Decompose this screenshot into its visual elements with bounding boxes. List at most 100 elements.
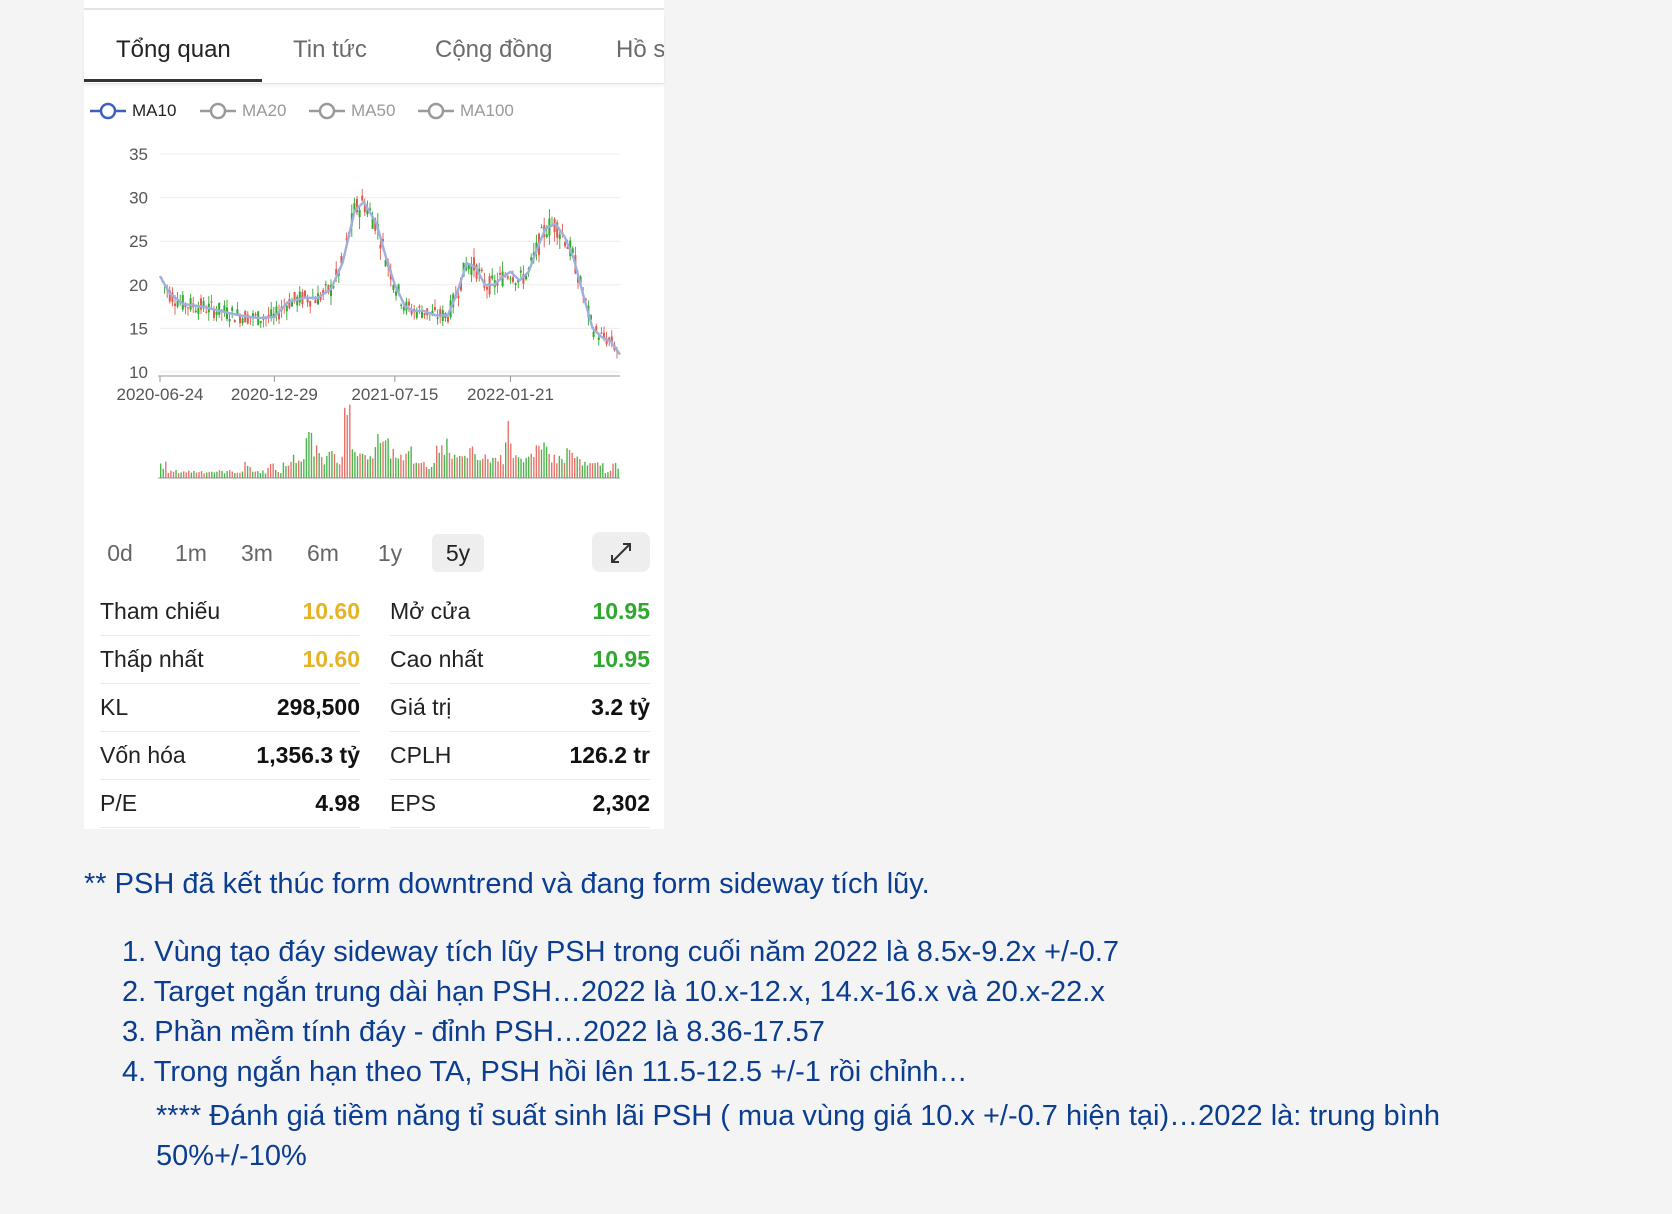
candle-body [512,277,514,283]
stat-market-cap: Vốn hóa 1,356.3 tỷ [100,732,360,780]
volume-bar [617,468,619,478]
volume-bar [364,455,366,478]
period-1y[interactable]: 1y [368,534,412,572]
volume-bar [208,471,210,478]
legend-label: MA20 [242,101,287,120]
candle-body [174,303,176,306]
expand-chart-button[interactable] [592,532,650,572]
period-5y[interactable]: 5y [432,534,484,572]
volume-bar [361,453,364,478]
volume-bar [277,471,279,478]
candle-body [509,278,512,280]
legend-label: MA100 [460,101,514,120]
tab-overview[interactable]: Tổng quan [116,36,231,64]
period-6m[interactable]: 6m [298,534,348,572]
y-tick-label: 25 [129,232,148,251]
candle-body [254,314,257,316]
volume-bar [441,445,443,478]
volume-bar [305,438,308,478]
volume-bar [410,446,412,478]
period-1m[interactable]: 1m [166,534,216,572]
legend-label: MA10 [132,101,177,120]
candle-body [545,234,548,238]
volume-bar [558,455,561,478]
volume-bar [372,458,374,478]
candle-body [558,234,561,239]
tab-news[interactable]: Tin tức [293,36,367,64]
volume-bar [602,463,604,478]
candle-body [231,307,234,311]
volume-bar [407,451,410,478]
analysis-point-3: 3. Phần mềm tính đáy - đỉnh PSH…2022 là … [122,1016,825,1048]
volume-bar [438,452,440,478]
volume-bar [609,470,612,478]
candle-body [215,311,218,316]
stat-value: 4.98 [315,790,360,816]
candle-body [597,337,600,340]
volume-bar [505,442,507,478]
volume-bar [563,462,566,478]
volume-bar [576,456,578,478]
period-0d[interactable]: 0d [98,534,142,572]
candle-body [506,276,509,279]
volume-bar [574,458,576,478]
volume-bar [492,457,494,478]
volume-bar [502,464,504,478]
volume-bar [246,465,249,478]
legend-ma100[interactable]: MA100 [418,96,514,126]
volume-bar [451,458,453,478]
volume-bar [428,468,430,478]
candle-body [285,305,288,312]
volume-bar [402,460,405,478]
volume-bar [395,457,397,478]
legend-ma10[interactable]: MA10 [90,96,176,126]
volume-bar [494,457,497,478]
volume-bar [213,472,216,478]
volume-bar [466,457,469,478]
stat-open: Mở cửa 10.95 [390,588,650,636]
stat-value: 10.60 [302,646,360,672]
tab-profile[interactable]: Hồ s [616,36,664,64]
period-3m[interactable]: 3m [232,534,282,572]
volume-bar [591,463,594,478]
volume-bar [315,445,318,478]
candle-body [514,283,517,286]
volume-bar [568,450,571,478]
candle-body [418,306,421,308]
volume-bar [571,452,573,478]
candle-body [187,307,189,309]
volume-bar [604,473,607,478]
volume-bar [448,452,451,478]
volume-bar [239,472,241,478]
volume-bar [359,453,361,478]
volume-bar [612,463,614,478]
volume-bar [607,472,609,478]
y-tick-label: 35 [129,145,148,164]
legend-ma20[interactable]: MA20 [200,96,286,126]
volume-bar [374,447,377,478]
volume-bar [323,464,325,478]
volume-bar [397,458,400,478]
tab-community[interactable]: Cộng đồng [435,36,552,64]
price-chart[interactable]: 35 30 25 20 15 10 2020-06-24 2020-12-29 2021-07… [84,130,664,402]
volume-bar [211,471,213,478]
candle-body [288,298,291,309]
candle-body [395,291,397,296]
candle-body [228,319,231,322]
volume-bar [528,456,530,478]
legend-ma50[interactable]: MA50 [309,96,395,126]
candle-body [324,284,327,286]
candle-body [423,312,426,315]
volume-bar [203,473,205,478]
candle-body [218,302,221,315]
volume-bar [510,443,512,478]
volume-bar [474,454,476,478]
volume-bar [533,457,535,478]
y-tick-label: 30 [129,189,148,208]
volume-bar [280,473,282,478]
volume-bar [206,472,208,478]
volume-bar [469,448,471,478]
volume-bar [259,473,262,478]
volume-bar [489,462,492,478]
volume-bar [254,471,256,478]
